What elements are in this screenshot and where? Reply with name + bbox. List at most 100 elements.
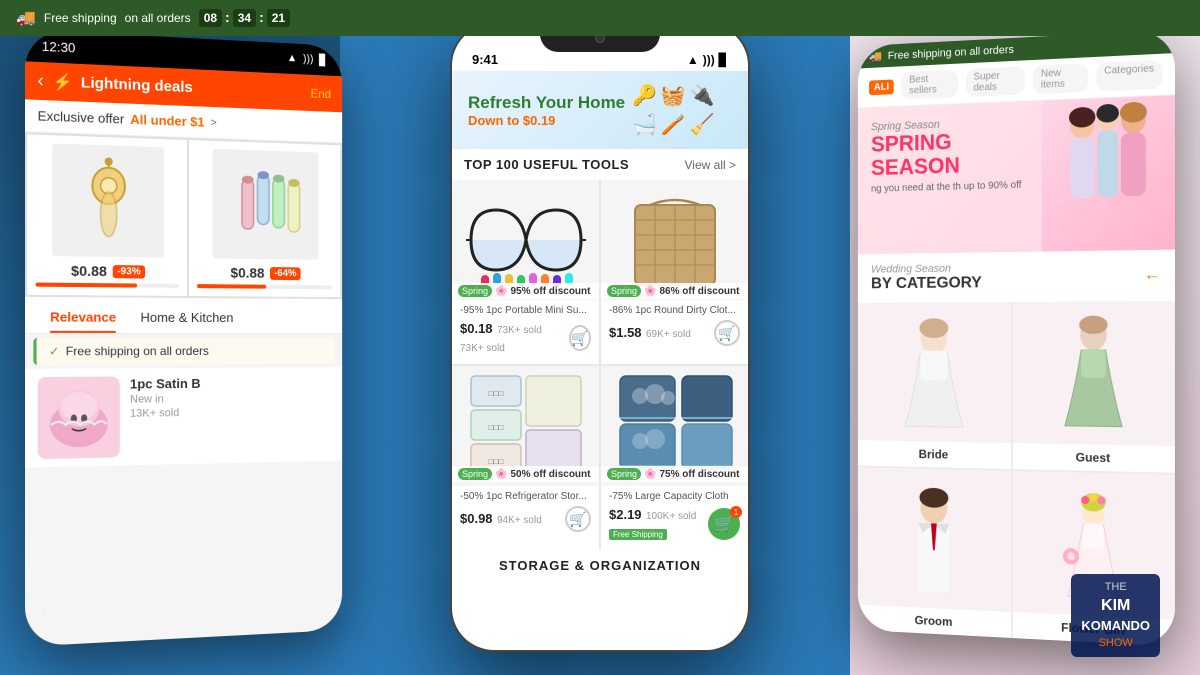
center-screen: 9:41 ▲ ))) ▊ Refresh Your Home Down to $…	[452, 24, 748, 650]
center-card-2[interactable]: Spring 🌸 86% off discount -86% 1pc Round…	[601, 180, 748, 364]
center-card-3[interactable]: □□□ □□□ □□□ Spring 🌸 50% off discount -5…	[452, 366, 599, 550]
list-item-subtitle: New in	[130, 392, 331, 406]
right-cat-bride[interactable]: Bride	[858, 302, 1011, 469]
right-nav-2[interactable]: Super deals	[966, 66, 1025, 97]
banner-icons: 🔑 🧺 🔌 🛁 🪥 🧹	[632, 83, 732, 137]
list-item-image	[38, 376, 120, 459]
bride-label: Bride	[858, 440, 1011, 469]
battery-center-icon: ▊	[719, 53, 728, 67]
banner-subtitle: Down to $0.19	[468, 113, 625, 128]
right-nav-1[interactable]: Best sellers	[901, 70, 958, 100]
deals-end-label: End	[311, 86, 331, 101]
battery-icon: ▊	[319, 54, 327, 67]
phones-container: 12:30 ▲ ))) ▊ ‹ ⚡ Lightning deals End Ex…	[0, 0, 1200, 675]
card-price-row-3: $0.98 94K+ sold 🛒	[460, 506, 591, 532]
center-card-info-3: -50% 1pc Refrigerator Stor... $0.98 94K+…	[452, 486, 599, 540]
wedding-section-arrow: ←	[1144, 266, 1161, 285]
card-sold-label-1: 73K+ sold	[460, 343, 505, 354]
svg-text:□□□: □□□	[488, 423, 503, 432]
banner-text: Refresh Your Home Down to $0.19	[468, 93, 625, 128]
center-product-grid: Spring 🌸 95% off discount -95% 1pc Porta…	[452, 180, 748, 550]
watermark-kim: KIM	[1081, 595, 1150, 617]
hero-title: SPRING SEASON	[871, 127, 1028, 180]
cart-button-2[interactable]: 🛒	[714, 320, 740, 346]
center-card-info-1: -95% 1pc Portable Mini Su... $0.18 73K+ …	[452, 300, 599, 364]
right-shipping-icon: 🚚	[869, 50, 882, 63]
clips-svg	[222, 159, 309, 250]
progress-fill-1	[35, 283, 136, 288]
view-all-link[interactable]: View all >	[685, 158, 736, 172]
bride-dress-svg	[876, 313, 992, 433]
center-card-4[interactable]: Spring 🌸 75% off discount -75% Large Cap…	[601, 366, 748, 550]
discount-pct-4: 75% off discount	[659, 469, 739, 480]
exclusive-label: Exclusive offer	[38, 108, 125, 127]
banner-icon-6: 🧹	[690, 112, 715, 137]
groom-image	[858, 467, 1011, 612]
discount-badge-2: -64%	[270, 267, 300, 280]
progress-bar-2	[197, 284, 333, 289]
lightning-icon: ⚡	[52, 71, 73, 92]
right-nav-4[interactable]: Categories	[1096, 60, 1162, 92]
center-card-1[interactable]: Spring 🌸 95% off discount -95% 1pc Porta…	[452, 180, 599, 364]
right-screen: 🚚 Free shipping on all orders ALI Best s…	[858, 29, 1175, 646]
spring-badge-1: Spring	[458, 285, 492, 297]
card-sold-2: 69K+ sold	[646, 329, 691, 340]
top100-title: TOP 100 USEFUL TOOLS	[464, 157, 629, 172]
progress-fill-2	[197, 284, 266, 289]
card-desc-4: -75% Large Capacity Cloth	[609, 490, 740, 503]
right-cat-groom[interactable]: Groom	[858, 467, 1011, 638]
tab-home-kitchen[interactable]: Home & Kitchen	[128, 306, 245, 333]
list-item-sold: 13K+ sold	[130, 405, 331, 420]
watermark-show: SHOW	[1081, 636, 1150, 651]
right-hero-text: Spring Season SPRING SEASON ng you need …	[858, 101, 1042, 255]
svg-text:□□□: □□□	[488, 389, 503, 398]
product-price-2: $0.88 -64%	[231, 265, 301, 282]
banner-icon-4: 🛁	[632, 112, 657, 137]
guest-label: Guest	[1013, 443, 1175, 473]
fashion-women-svg	[1047, 95, 1170, 251]
card-price-1: $0.18	[460, 321, 493, 336]
top100-section-header: TOP 100 USEFUL TOOLS View all >	[452, 149, 748, 180]
center-card-info-4: -75% Large Capacity Cloth $2.19 100K+ so…	[601, 486, 748, 550]
phone-left: 12:30 ▲ ))) ▊ ‹ ⚡ Lightning deals End Ex…	[25, 29, 342, 646]
right-cat-guest[interactable]: Guest	[1013, 301, 1175, 473]
discount-tag-4: Spring 🌸 75% off discount	[601, 466, 748, 482]
back-arrow-icon[interactable]: ‹	[38, 70, 44, 92]
right-shipping-text: Free shipping on all orders	[888, 43, 1014, 61]
countdown-timer: 08 : 34 : 21	[199, 9, 290, 27]
timer-seconds: 21	[267, 9, 290, 27]
product-price-1: $0.88 -93%	[71, 262, 145, 279]
discount-tag-1: Spring 🌸 95% off discount	[452, 283, 599, 299]
watermark-komando: KOMANDO	[1081, 617, 1150, 635]
card-price-row-4: $2.19 100K+ sold Free Shipping 🛒 1	[609, 506, 740, 542]
cart-button-3[interactable]: 🛒	[565, 506, 591, 532]
storage-title: STORAGE & ORGANIZATION	[464, 558, 736, 573]
left-product-card-2[interactable]: $0.88 -64%	[189, 140, 340, 297]
center-product-img-2	[601, 180, 748, 300]
storage-section-header: STORAGE & ORGANIZATION	[452, 550, 748, 577]
card-sold-4: 100K+ sold	[646, 511, 696, 522]
card-price-row-2: $1.58 69K+ sold 🛒	[609, 320, 740, 346]
free-shipping-notice: ✓ Free shipping on all orders	[33, 338, 334, 365]
spring-badge-4: Spring	[607, 468, 641, 480]
tab-relevance[interactable]: Relevance	[38, 305, 129, 333]
product-image-1	[52, 143, 164, 257]
cart-button-green-4[interactable]: 🛒 1	[708, 508, 740, 540]
right-nav-3[interactable]: New items	[1033, 63, 1088, 94]
left-product-grid: $0.88 -93%	[25, 132, 342, 299]
banner-icon-2: 🧺	[661, 83, 686, 108]
tabs-row: Relevance Home & Kitchen	[25, 297, 342, 334]
watermark-the: THE	[1081, 580, 1150, 595]
discount-tag-3: Spring 🌸 50% off discount	[452, 466, 599, 482]
cart-button-1[interactable]: 🛒	[569, 325, 591, 351]
card-sold-1: 73K+ sold	[497, 325, 542, 336]
timer-minutes: 34	[233, 9, 256, 27]
exclusive-price: All under $1	[130, 112, 204, 130]
right-nav-items: Best sellers Super deals New items Categ…	[901, 60, 1162, 100]
card-price-3: $0.98	[460, 511, 493, 526]
left-list-item[interactable]: 1pc Satin B New in 13K+ sold	[25, 367, 342, 467]
card-price-4: $2.19	[609, 507, 642, 522]
left-product-card-1[interactable]: $0.88 -93%	[27, 134, 187, 296]
discount-tag-2: Spring 🌸 86% off discount	[601, 283, 748, 299]
card-price-2: $1.58	[609, 325, 642, 340]
